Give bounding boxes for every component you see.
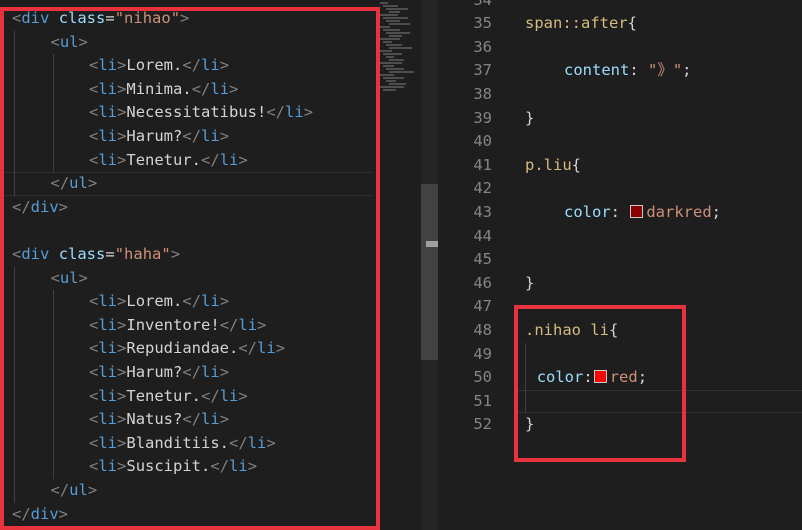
code-token: content	[564, 61, 630, 80]
code-token: {	[627, 14, 637, 33]
line-number: 48	[473, 320, 492, 339]
minimap-line	[386, 80, 396, 82]
line-number: 49	[473, 344, 492, 363]
minimap-line	[383, 41, 392, 43]
minimap-line	[383, 5, 398, 7]
code-line[interactable]: p.liu{	[525, 154, 581, 178]
minimap-line	[389, 71, 414, 73]
line-number: 37	[473, 61, 492, 80]
line-number: 46	[473, 273, 492, 292]
line-number: 40	[473, 132, 492, 151]
code-line[interactable]: content: "》";	[564, 59, 692, 83]
code-token: :	[610, 202, 630, 221]
minimap-line	[389, 83, 406, 85]
code-editor-window: <div class="nihao"> <ul> <li>Lorem.</li> <l…	[0, 0, 802, 530]
line-number: 51	[473, 391, 492, 410]
minimap-line	[383, 29, 400, 31]
minimap-line	[386, 8, 408, 10]
minimap-line	[380, 62, 402, 64]
line-number: 35	[473, 14, 492, 33]
minimap-line	[389, 59, 404, 61]
line-number: 50	[473, 368, 492, 387]
code-token: ;	[682, 61, 692, 80]
line-number: 41	[473, 155, 492, 174]
css-rule-highlight-box	[514, 305, 686, 462]
minimap-line	[383, 77, 404, 79]
code-line[interactable]: span::after{	[525, 12, 637, 36]
scrollbar-position-marker	[426, 241, 438, 247]
minimap-line	[380, 14, 398, 16]
minimap-line	[380, 86, 404, 88]
line-number: 45	[473, 250, 492, 269]
minimap-line	[386, 68, 404, 70]
minimap-line	[383, 17, 408, 19]
minimap-line	[380, 50, 392, 52]
code-token: }	[525, 273, 535, 292]
line-number: 38	[473, 84, 492, 103]
minimap-line	[380, 2, 388, 4]
color-swatch-icon[interactable]	[630, 204, 644, 218]
code-token: span::after	[525, 14, 628, 33]
line-number: 47	[473, 297, 492, 316]
minimap-line	[389, 47, 412, 49]
code-token: color	[564, 202, 611, 221]
code-token: p.liu	[525, 155, 572, 174]
minimap-line	[386, 20, 400, 22]
code-line[interactable]: color: darkred;	[564, 201, 721, 225]
code-line[interactable]: }	[525, 107, 534, 131]
line-number: 43	[473, 202, 492, 221]
minimap-line	[389, 23, 410, 25]
minimap-line	[389, 35, 402, 37]
line-number: 39	[473, 108, 492, 127]
line-number: 36	[473, 37, 492, 56]
code-line[interactable]: }	[525, 272, 534, 296]
minimap-line	[380, 74, 394, 76]
minimap-line	[386, 32, 410, 34]
line-number: 34	[438, 0, 492, 12]
line-number: 42	[473, 179, 492, 198]
minimap[interactable]	[378, 0, 420, 100]
minimap-line	[383, 65, 394, 67]
code-token: ;	[711, 202, 722, 221]
code-token: }	[525, 108, 535, 127]
scrollbar-thumb[interactable]	[421, 184, 438, 360]
code-token: {	[571, 155, 582, 174]
code-token: :	[629, 61, 648, 80]
line-number: 44	[473, 226, 492, 245]
minimap-line	[383, 89, 396, 91]
minimap-line	[386, 44, 402, 46]
minimap-line	[383, 53, 402, 55]
line-number: 52	[473, 415, 492, 434]
code-token: darkred	[646, 202, 712, 221]
minimap-line	[380, 26, 390, 28]
minimap-line	[389, 11, 400, 13]
minimap-line	[380, 38, 400, 40]
code-token: "》"	[648, 61, 683, 80]
minimap-line	[386, 56, 394, 58]
html-highlight-box	[0, 7, 380, 530]
